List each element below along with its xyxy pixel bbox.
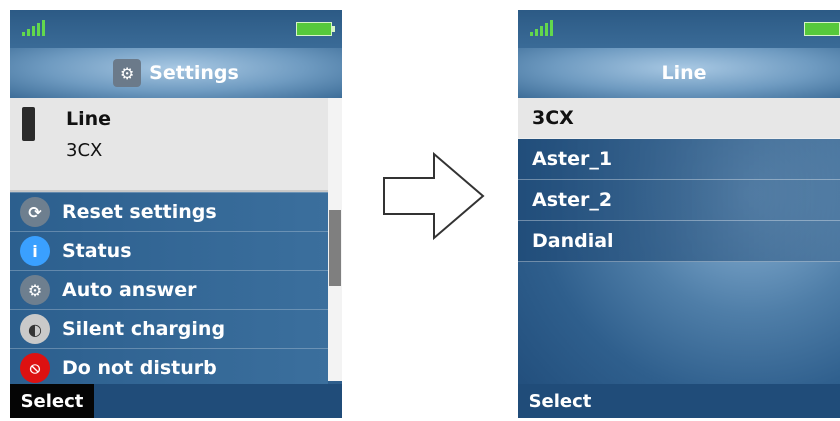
page-title: Line [661,62,707,84]
settings-menu: Line 3CX ⟳ Reset settings i Status ⚙ Aut… [10,98,328,387]
status-bar [10,10,342,48]
menu-item-auto-answer[interactable]: ⚙ Auto answer [10,270,328,309]
status-bar [518,10,840,48]
settings-icon: ⚙ [113,59,142,87]
transition-arrow-icon [383,151,485,241]
select-softkey[interactable]: Select [518,384,602,418]
menu-item-do-not-disturb[interactable]: ⦸ Do not disturb [10,348,328,387]
reset-icon: ⟳ [20,197,50,227]
menu-item-label: Status [62,240,132,262]
menu-item-silent-charging[interactable]: ◐ Silent charging [10,309,328,348]
line-option-label: Dandial [532,230,614,252]
softkey-bar: Select [10,384,342,418]
line-screen: Line 3CX Aster_1 Aster_2 Dandial Select [518,10,840,418]
menu-item-line-value: 3CX [66,140,103,161]
line-option-label: 3CX [532,107,574,129]
line-option-3cx[interactable]: 3CX [518,98,840,139]
menu-item-label: Reset settings [62,201,217,223]
scroll-thumb[interactable] [329,210,341,286]
settings-title-bar: ⚙ Settings [10,48,342,98]
info-icon: i [20,236,50,266]
sound-icon: ◐ [20,314,50,344]
no-entry-icon: ⦸ [20,353,50,383]
menu-item-line[interactable]: Line 3CX [10,98,328,192]
gear-icon: ⚙ [20,275,50,305]
page-title: Settings [149,62,239,84]
menu-item-label: Do not disturb [62,357,217,379]
select-softkey[interactable]: Select [10,384,94,418]
battery-icon [296,22,335,36]
line-option-aster-1[interactable]: Aster_1 [518,139,840,180]
line-option-label: Aster_1 [532,148,613,170]
menu-item-label: Auto answer [62,279,197,301]
phone-icon [22,107,35,141]
menu-item-reset-settings[interactable]: ⟳ Reset settings [10,192,328,231]
softkey-bar: Select [518,384,840,418]
menu-item-line-label: Line [66,108,112,130]
menu-item-status[interactable]: i Status [10,231,328,270]
menu-item-label: Silent charging [62,318,226,340]
line-option-label: Aster_2 [532,189,613,211]
line-option-dandial[interactable]: Dandial [518,221,840,262]
line-option-aster-2[interactable]: Aster_2 [518,180,840,221]
signal-icon [530,18,554,36]
line-title-bar: Line [518,48,840,98]
signal-icon [22,18,46,36]
settings-screen: ⚙ Settings Line 3CX ⟳ Reset settings i S… [10,10,342,418]
scrollbar[interactable] [328,98,342,381]
battery-icon [804,22,840,36]
line-list: 3CX Aster_1 Aster_2 Dandial [518,98,840,262]
